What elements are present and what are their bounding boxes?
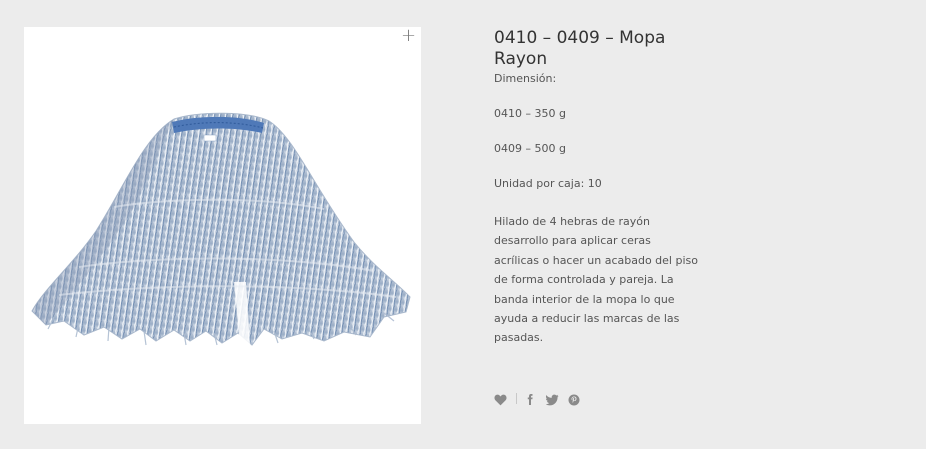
heart-icon[interactable] bbox=[494, 391, 508, 406]
share-divider bbox=[516, 392, 517, 404]
dimension-label: Dimensión: bbox=[494, 72, 557, 85]
product-description: Hilado de 4 hebras de rayón desarrollo p… bbox=[494, 215, 698, 345]
product-image[interactable] bbox=[24, 27, 421, 424]
variant-line-1: 0410 – 350 g bbox=[494, 107, 566, 120]
product-details: 0410 – 0409 – Mopa Rayon Dimensión: 0410… bbox=[494, 28, 704, 344]
product-title: 0410 – 0409 – Mopa Rayon bbox=[494, 28, 666, 69]
units-per-box: Unidad por caja: 10 bbox=[494, 177, 602, 190]
twitter-icon[interactable] bbox=[545, 391, 560, 406]
product-image-card: + bbox=[24, 27, 421, 424]
variant-line-2: 0409 – 500 g bbox=[494, 142, 566, 155]
facebook-icon[interactable] bbox=[524, 391, 538, 405]
product-page: + 0410 – 0409 – Mopa Rayon Dimensión: 04… bbox=[0, 0, 926, 449]
share-bar bbox=[494, 390, 582, 406]
zoom-plus-icon[interactable]: + bbox=[401, 27, 416, 45]
pinterest-icon[interactable] bbox=[568, 391, 582, 406]
